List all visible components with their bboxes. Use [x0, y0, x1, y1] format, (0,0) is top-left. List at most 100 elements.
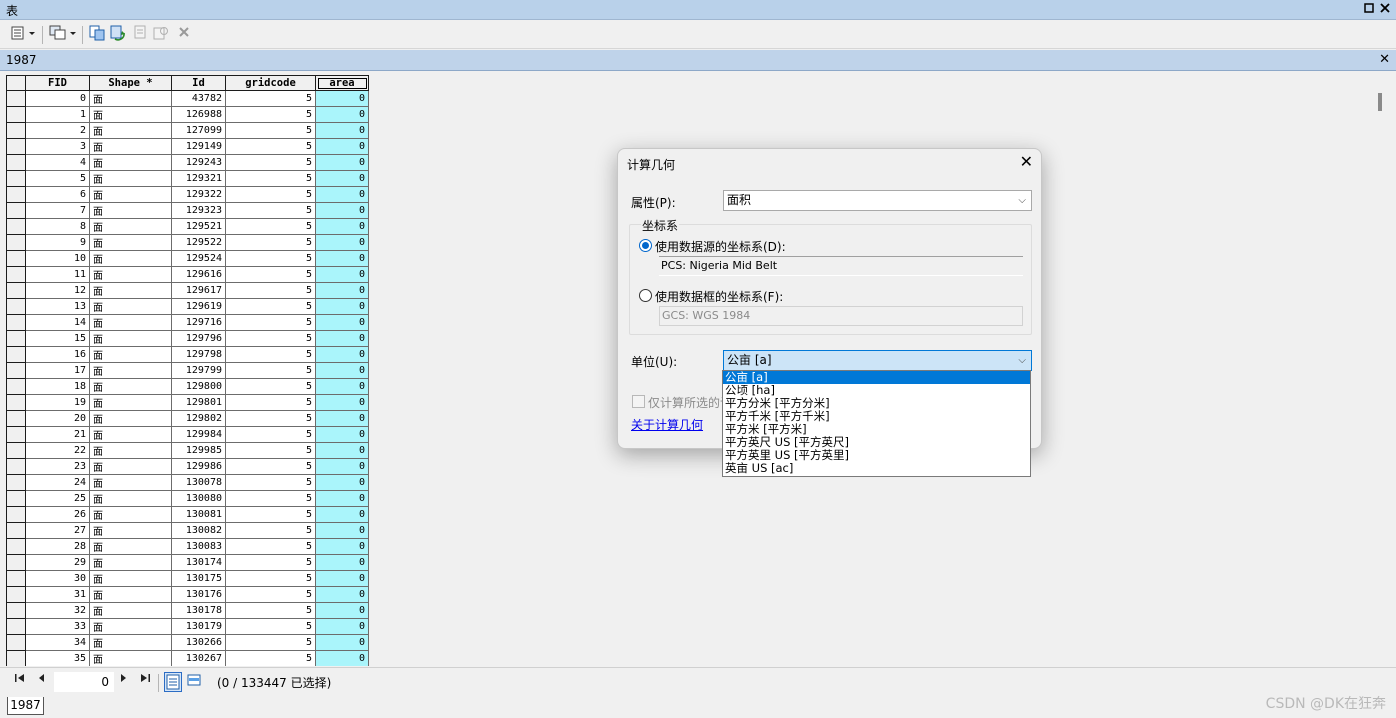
cell-shape[interactable]: 面	[89, 442, 172, 459]
cell-id[interactable]: 130078	[171, 474, 226, 491]
column-header-id[interactable]: Id	[171, 75, 226, 91]
cell-id[interactable]: 129616	[171, 266, 226, 283]
cell-id[interactable]: 129619	[171, 298, 226, 315]
cell-gridcode[interactable]: 5	[225, 410, 316, 427]
row-selector[interactable]	[6, 442, 26, 459]
cell-shape[interactable]: 面	[89, 170, 172, 187]
cell-area[interactable]: 0	[315, 298, 369, 315]
cell-area[interactable]: 0	[315, 490, 369, 507]
cell-fid[interactable]: 19	[25, 394, 90, 411]
cell-shape[interactable]: 面	[89, 634, 172, 651]
cell-fid[interactable]: 13	[25, 298, 90, 315]
use-frame-label[interactable]: 使用数据框的坐标系(F):	[655, 288, 783, 305]
last-record-icon[interactable]	[137, 673, 153, 689]
selected-only-label[interactable]: 仅计算所选的记	[648, 394, 732, 411]
cell-shape[interactable]: 面	[89, 490, 172, 507]
cell-id[interactable]: 129716	[171, 314, 226, 331]
table-row[interactable]: 32 面 130178 5 0	[6, 602, 369, 619]
cell-id[interactable]: 129321	[171, 170, 226, 187]
cell-id[interactable]: 129984	[171, 426, 226, 443]
cell-gridcode[interactable]: 5	[225, 506, 316, 523]
cell-gridcode[interactable]: 5	[225, 170, 316, 187]
row-selector-header[interactable]	[6, 75, 26, 91]
cell-shape[interactable]: 面	[89, 650, 172, 666]
cell-area[interactable]: 0	[315, 570, 369, 587]
row-selector[interactable]	[6, 490, 26, 507]
cell-id[interactable]: 129322	[171, 186, 226, 203]
next-record-icon[interactable]	[115, 673, 131, 689]
row-selector[interactable]	[6, 458, 26, 475]
cell-area[interactable]: 0	[315, 282, 369, 299]
cell-shape[interactable]: 面	[89, 394, 172, 411]
cell-gridcode[interactable]: 5	[225, 442, 316, 459]
use-source-label[interactable]: 使用数据源的坐标系(D):	[655, 238, 786, 255]
cell-id[interactable]: 129149	[171, 138, 226, 155]
cell-shape[interactable]: 面	[89, 282, 172, 299]
table-row[interactable]: 11 面 129616 5 0	[6, 266, 369, 283]
row-selector[interactable]	[6, 378, 26, 395]
record-number-input[interactable]: 0	[54, 672, 114, 692]
cell-shape[interactable]: 面	[89, 362, 172, 379]
cell-shape[interactable]: 面	[89, 570, 172, 587]
cell-gridcode[interactable]: 5	[225, 346, 316, 363]
cell-area[interactable]: 0	[315, 154, 369, 171]
cell-shape[interactable]: 面	[89, 586, 172, 603]
cell-gridcode[interactable]: 5	[225, 282, 316, 299]
row-selector[interactable]	[6, 106, 26, 123]
table-row[interactable]: 35 面 130267 5 0	[6, 650, 369, 666]
cell-fid[interactable]: 21	[25, 426, 90, 443]
cell-shape[interactable]: 面	[89, 122, 172, 139]
cell-id[interactable]: 129985	[171, 442, 226, 459]
cell-gridcode[interactable]: 5	[225, 330, 316, 347]
cell-gridcode[interactable]: 5	[225, 458, 316, 475]
table-row[interactable]: 1 面 126988 5 0	[6, 106, 369, 123]
cell-gridcode[interactable]: 5	[225, 394, 316, 411]
table-row[interactable]: 18 面 129800 5 0	[6, 378, 369, 395]
cell-shape[interactable]: 面	[89, 234, 172, 251]
cell-area[interactable]: 0	[315, 138, 369, 155]
cell-fid[interactable]: 1	[25, 106, 90, 123]
cell-gridcode[interactable]: 5	[225, 618, 316, 635]
dialog-close-icon[interactable]: ✕	[1020, 152, 1033, 171]
cell-fid[interactable]: 3	[25, 138, 90, 155]
column-header-shape[interactable]: Shape *	[89, 75, 172, 91]
table-row[interactable]: 34 面 130266 5 0	[6, 634, 369, 651]
cell-shape[interactable]: 面	[89, 266, 172, 283]
cell-shape[interactable]: 面	[89, 538, 172, 555]
cell-id[interactable]: 129799	[171, 362, 226, 379]
table-row[interactable]: 19 面 129801 5 0	[6, 394, 369, 411]
table-row[interactable]: 21 面 129984 5 0	[6, 426, 369, 443]
table-row[interactable]: 0 面 43782 5 0	[6, 90, 369, 107]
cell-id[interactable]: 129243	[171, 154, 226, 171]
cell-area[interactable]: 0	[315, 362, 369, 379]
cell-shape[interactable]: 面	[89, 186, 172, 203]
cell-gridcode[interactable]: 5	[225, 314, 316, 331]
cell-area[interactable]: 0	[315, 634, 369, 651]
row-selector[interactable]	[6, 586, 26, 603]
first-record-icon[interactable]	[12, 673, 28, 689]
cell-fid[interactable]: 4	[25, 154, 90, 171]
cell-fid[interactable]: 14	[25, 314, 90, 331]
row-selector[interactable]	[6, 330, 26, 347]
table-row[interactable]: 20 面 129802 5 0	[6, 410, 369, 427]
cell-area[interactable]: 0	[315, 458, 369, 475]
cell-id[interactable]: 129802	[171, 410, 226, 427]
cell-shape[interactable]: 面	[89, 426, 172, 443]
cell-shape[interactable]: 面	[89, 314, 172, 331]
cell-id[interactable]: 129986	[171, 458, 226, 475]
selected-only-checkbox[interactable]	[632, 395, 645, 408]
column-header-fid[interactable]: FID	[25, 75, 90, 91]
cell-shape[interactable]: 面	[89, 250, 172, 267]
table-row[interactable]: 8 面 129521 5 0	[6, 218, 369, 235]
vertical-scrollbar-thumb[interactable]	[1378, 93, 1382, 111]
cell-shape[interactable]: 面	[89, 154, 172, 171]
row-selector[interactable]	[6, 506, 26, 523]
clear-selection-icon[interactable]	[131, 25, 149, 45]
cell-id[interactable]: 130082	[171, 522, 226, 539]
cell-fid[interactable]: 10	[25, 250, 90, 267]
cell-gridcode[interactable]: 5	[225, 138, 316, 155]
cell-area[interactable]: 0	[315, 522, 369, 539]
cell-area[interactable]: 0	[315, 170, 369, 187]
row-selector[interactable]	[6, 362, 26, 379]
cell-id[interactable]: 130176	[171, 586, 226, 603]
